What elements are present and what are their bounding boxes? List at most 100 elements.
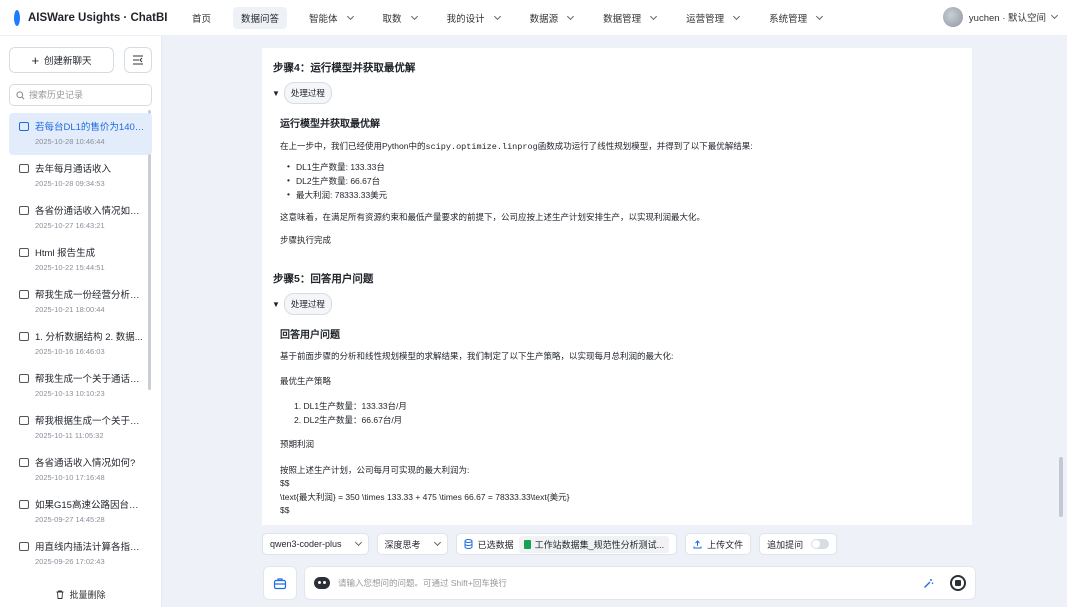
history-item[interactable]: 用直线内插法计算各指标... 2025-09-26 17:02:43 xyxy=(9,533,152,575)
upload-file-button[interactable]: 上传文件 xyxy=(685,533,752,555)
chevron-down-icon xyxy=(816,12,824,20)
nav-item-sys-mgmt[interactable]: 系统管理 xyxy=(761,7,830,29)
history-item[interactable]: 帮我生成一个关于通话收... 2025-10-13 10:10:23 xyxy=(9,365,152,407)
toolbox-button[interactable] xyxy=(263,566,297,600)
toggle-switch[interactable] xyxy=(811,539,830,549)
chat-input[interactable] xyxy=(338,578,898,588)
history-search[interactable] xyxy=(9,84,152,106)
history-time: 2025-10-11 11:05:32 xyxy=(35,431,104,440)
history-time: 2025-10-28 09:34:53 xyxy=(35,179,105,188)
step4-process-toggle[interactable]: ▼ 处理过程 xyxy=(272,82,332,104)
stop-icon xyxy=(955,580,961,586)
step5-process-toggle[interactable]: ▼ 处理过程 xyxy=(272,293,332,315)
triangle-down-icon: ▼ xyxy=(272,299,280,309)
history-item[interactable]: 各省份通话收入情况如何... 2025-10-27 16:43:21 xyxy=(9,197,152,239)
list-item: 1. DL1生产数量：133.33台/月 xyxy=(294,401,407,411)
history-title: 帮我根据生成一个关于通... xyxy=(35,416,145,427)
magic-wand-icon[interactable] xyxy=(923,578,934,589)
nav-label: 系统管理 xyxy=(769,13,808,25)
chat-input-bar xyxy=(304,566,976,600)
chat-icon xyxy=(19,541,29,551)
strategy-heading: 最优生产策略 xyxy=(280,376,332,386)
nav-item-my-design[interactable]: 我的设计 xyxy=(439,7,508,29)
chat-icon xyxy=(19,415,29,425)
process-button[interactable]: 处理过程 xyxy=(283,293,332,315)
nav-label: 数据问答 xyxy=(241,13,280,25)
nav-label: 首页 xyxy=(192,13,212,25)
trash-icon xyxy=(56,590,64,599)
nav-item-datasource[interactable]: 数据源 xyxy=(522,7,582,29)
selected-data-button[interactable]: 已选数据 工作站数据集_规范性分析测试... xyxy=(455,533,678,555)
nav-item-home[interactable]: 首页 xyxy=(184,7,219,29)
nav-label: 智能体 xyxy=(309,13,338,25)
content-scrollbar[interactable] xyxy=(1059,457,1063,517)
chat-icon xyxy=(19,499,29,509)
collapse-icon xyxy=(133,55,143,65)
history-item[interactable]: 帮我根据生成一个关于通... 2025-10-11 11:05:32 xyxy=(9,407,152,449)
nav-item-ops-mgmt[interactable]: 运营管理 xyxy=(678,7,747,29)
step4-done: 步骤执行完成 xyxy=(280,235,332,245)
upload-label: 上传文件 xyxy=(707,539,744,550)
toolbox-icon xyxy=(273,577,287,589)
history-item[interactable]: Html 报告生成 2025-10-22 15:44:51 xyxy=(9,239,152,281)
nav-label: 运营管理 xyxy=(686,13,725,25)
history-item[interactable]: 帮我生成一份经营分析报告 2025-10-21 18:00:44 xyxy=(9,281,152,323)
chevron-down-icon xyxy=(733,12,741,20)
dataset-chip[interactable]: 工作站数据集_规范性分析测试... xyxy=(518,535,670,553)
nav-item-agents[interactable]: 智能体 xyxy=(301,7,361,29)
nav-item-fetch[interactable]: 取数 xyxy=(375,7,425,29)
think-mode-select[interactable]: 深度思考 xyxy=(376,533,448,555)
history-list: 若每台DL1的售价为1400... 2025-10-28 10:46:44 去年… xyxy=(9,113,152,575)
history-title: 去年每月通话收入 xyxy=(35,164,112,175)
selected-data-label: 已选数据 xyxy=(477,539,514,550)
chevron-down-icon xyxy=(493,12,501,20)
upload-icon xyxy=(693,539,702,548)
history-title: 用直线内插法计算各指标... xyxy=(35,542,145,553)
chevron-down-icon xyxy=(346,12,354,20)
history-time: 2025-10-10 17:16:48 xyxy=(35,473,105,482)
history-item[interactable]: 若每台DL1的售价为1400... 2025-10-28 10:46:44 xyxy=(9,113,152,155)
followup-toggle[interactable]: 追加提问 xyxy=(759,533,838,555)
app-title: AISWare Usights · ChatBI xyxy=(28,11,168,24)
app-logo[interactable]: AISWare Usights · ChatBI xyxy=(14,9,168,26)
chat-icon xyxy=(19,247,29,257)
batch-delete-button[interactable]: 批量删除 xyxy=(0,588,162,601)
chevron-down-icon xyxy=(650,12,658,20)
main-nav: 首页 数据问答 智能体 取数 我的设计 数据源 数据管理 运营管理 系统管理 xyxy=(184,0,844,36)
history-title: 帮我生成一个关于通话收... xyxy=(35,374,145,385)
history-item[interactable]: 如果G15高速公路因台风... 2025-09-27 14:45:28 xyxy=(9,491,152,533)
user-menu[interactable]: yuchen · 默认空间 xyxy=(942,7,1059,27)
nav-item-data-mgmt[interactable]: 数据管理 xyxy=(595,7,664,29)
list-item: DL2生产数量: 66.67台 xyxy=(287,175,380,187)
batch-delete-label: 批量删除 xyxy=(69,590,106,600)
step4-intro: 在上一步中，我们已经使用Python中的scipy.optimize.linpr… xyxy=(280,141,753,152)
chat-icon xyxy=(19,457,29,467)
history-time: 2025-09-26 17:02:43 xyxy=(35,557,105,566)
nav-item-data-qa[interactable]: 数据问答 xyxy=(233,6,288,29)
process-button[interactable]: 处理过程 xyxy=(283,82,332,104)
chevron-down-icon xyxy=(1050,11,1059,20)
math-close: $$ xyxy=(280,505,290,515)
step4-title: 步骤4：运行模型并获取最优解 xyxy=(273,62,416,74)
history-item[interactable]: 1. 分析数据结构 2. 数据... 2025-10-16 16:46:03 xyxy=(9,323,152,365)
math-line: \text{最大利润} = 350 \times 133.33 + 475 \t… xyxy=(280,492,570,502)
step5-title: 步骤5：回答用户问题 xyxy=(273,273,374,285)
step5-intro: 基于前面步骤的分析和线性规划模型的求解结果，我们制定了以下生产策略，以实现每月总… xyxy=(280,351,674,361)
history-item[interactable]: 去年每月通话收入 2025-10-28 09:34:53 xyxy=(9,155,152,197)
history-title: 帮我生成一份经营分析报告 xyxy=(35,290,145,301)
list-item: DL1生产数量: 133.33台 xyxy=(287,161,385,173)
history-item[interactable]: 各省通话收入情况如何? 2025-10-10 17:16:48 xyxy=(9,449,152,491)
stop-button[interactable] xyxy=(950,575,966,591)
collapse-sidebar-button[interactable] xyxy=(124,47,152,73)
history-time: 2025-10-22 15:44:51 xyxy=(35,263,105,272)
nav-label: 数据管理 xyxy=(603,13,642,25)
search-icon xyxy=(16,90,25,99)
triangle-down-icon: ▼ xyxy=(272,88,280,98)
history-search-input[interactable] xyxy=(29,90,139,100)
chevron-down-icon xyxy=(567,12,575,20)
history-title: Html 报告生成 xyxy=(35,248,96,259)
history-time: 2025-10-28 10:46:44 xyxy=(35,137,105,146)
profit-intro: 按照上述生产计划，公司每月可实现的最大利润为: xyxy=(280,465,470,475)
model-select[interactable]: qwen3-coder-plus xyxy=(262,533,369,555)
new-chat-button[interactable]: + 创建新聊天 xyxy=(9,47,114,73)
